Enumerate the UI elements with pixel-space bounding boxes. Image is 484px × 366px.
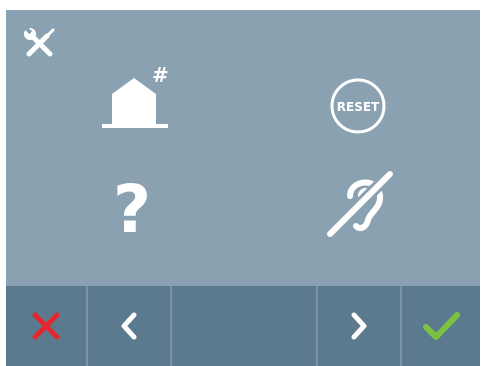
- close-icon: [32, 312, 60, 340]
- toolbar-blank-slot: [172, 286, 316, 366]
- previous-button[interactable]: [88, 286, 170, 366]
- settings-panel: # RESET ?: [6, 10, 480, 286]
- next-button[interactable]: [318, 286, 400, 366]
- reset-button[interactable]: RESET: [322, 70, 394, 142]
- help-label: ?: [113, 171, 151, 246]
- intercom-screen: # RESET ?: [6, 10, 480, 366]
- bottom-toolbar: [6, 286, 480, 366]
- chevron-right-icon: [351, 312, 367, 340]
- chevron-left-icon: [121, 312, 137, 340]
- confirm-button[interactable]: [402, 286, 480, 366]
- hearing-loop-button[interactable]: [316, 160, 400, 246]
- hearing-loop-icon: [324, 168, 396, 240]
- reset-label: RESET: [337, 100, 380, 114]
- reset-icon: RESET: [330, 78, 386, 134]
- help-button[interactable]: ?: [96, 162, 168, 246]
- cancel-button[interactable]: [6, 286, 86, 366]
- house-hash-icon: #: [102, 63, 169, 128]
- house-number-button[interactable]: #: [86, 58, 176, 140]
- tools-icon: [20, 24, 60, 64]
- checkmark-icon: [423, 312, 460, 340]
- house-badge: #: [152, 63, 169, 87]
- question-mark-icon: ?: [113, 171, 151, 246]
